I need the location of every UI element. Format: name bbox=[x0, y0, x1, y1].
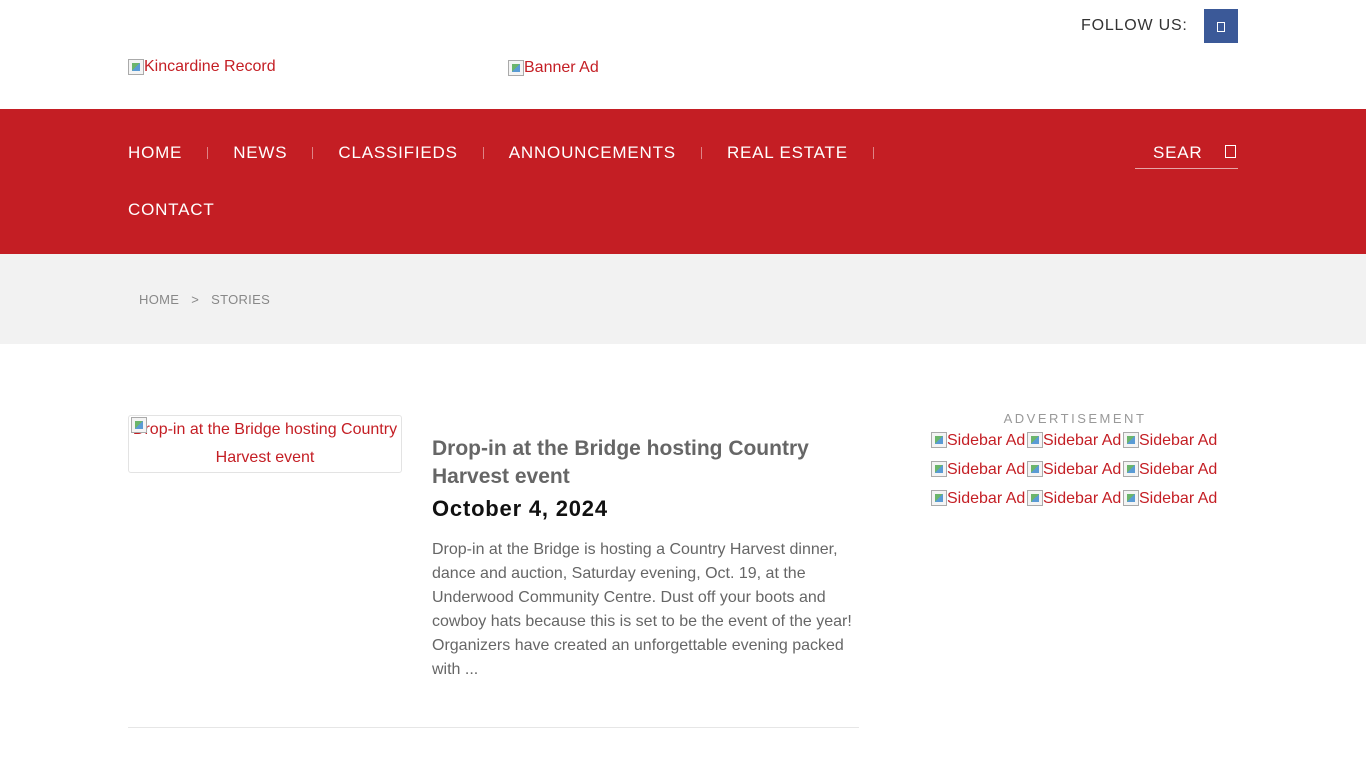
broken-image-icon bbox=[1123, 490, 1139, 506]
search-input[interactable]: SEAR bbox=[1135, 137, 1238, 169]
search-icon[interactable] bbox=[1225, 145, 1236, 158]
breadcrumb-separator: > bbox=[191, 292, 200, 307]
logo-alt-text: Kincardine Record bbox=[144, 58, 276, 75]
broken-image-icon bbox=[1027, 432, 1043, 448]
broken-image-icon bbox=[1027, 490, 1043, 506]
sidebar-ad[interactable]: Sidebar Ad bbox=[931, 461, 1027, 490]
broken-image-icon bbox=[128, 59, 144, 75]
nav-item-home[interactable]: HOME bbox=[128, 143, 182, 163]
sidebar-ad[interactable]: Sidebar Ad bbox=[1123, 490, 1219, 519]
sidebar-ad-alt: Sidebar Ad bbox=[947, 432, 1026, 449]
broken-image-icon bbox=[131, 417, 147, 433]
site-logo[interactable]: Kincardine Record bbox=[128, 58, 276, 76]
broken-image-icon bbox=[931, 461, 947, 477]
broken-image-icon bbox=[1027, 461, 1043, 477]
sidebar-ad-alt: Sidebar Ad bbox=[947, 490, 1026, 507]
sidebar-ad[interactable]: Sidebar Ad bbox=[1123, 432, 1219, 461]
sidebar-ad[interactable]: Sidebar Ad bbox=[931, 432, 1027, 461]
nav-item-real-estate[interactable]: REAL ESTATE bbox=[727, 143, 848, 163]
banner-alt-text: Banner Ad bbox=[524, 59, 599, 76]
sidebar-ad-alt: Sidebar Ad bbox=[1139, 432, 1218, 449]
search-placeholder: SEAR bbox=[1153, 143, 1203, 162]
breadcrumb-current: STORIES bbox=[211, 292, 271, 307]
story-date: October 4, 2024 bbox=[432, 496, 608, 521]
facebook-button[interactable] bbox=[1204, 9, 1238, 43]
ad-row: Sidebar Ad Sidebar Ad Sidebar Ad bbox=[931, 432, 1231, 461]
sidebar-ad[interactable]: Sidebar Ad bbox=[1027, 490, 1123, 519]
follow-us-label: FOLLOW US: bbox=[1081, 17, 1188, 34]
nav-item-contact[interactable]: CONTACT bbox=[128, 200, 215, 220]
broken-image-icon bbox=[931, 432, 947, 448]
broken-image-icon bbox=[1123, 461, 1139, 477]
nav-item-classifieds[interactable]: CLASSIFIEDS bbox=[338, 143, 457, 163]
thumbnail-alt-text: Drop-in at the Bridge hosting Country Ha… bbox=[132, 421, 398, 466]
sidebar-ad-alt: Sidebar Ad bbox=[1139, 461, 1218, 478]
nav-row-1: HOME NEWS CLASSIFIEDS ANNOUNCEMENTS REAL… bbox=[128, 143, 899, 163]
sidebar-ad[interactable]: Sidebar Ad bbox=[931, 490, 1027, 519]
story-excerpt: Drop-in at the Bridge is hosting a Count… bbox=[432, 541, 852, 678]
sidebar-ad[interactable]: Sidebar Ad bbox=[1123, 461, 1219, 490]
breadcrumb-home[interactable]: HOME bbox=[139, 292, 179, 307]
breadcrumb-bar: HOME > STORIES bbox=[0, 254, 1366, 344]
sidebar-ad-alt: Sidebar Ad bbox=[1043, 432, 1122, 449]
sidebar-ad[interactable]: Sidebar Ad bbox=[1027, 432, 1123, 461]
sidebar-ad-alt: Sidebar Ad bbox=[1043, 490, 1122, 507]
breadcrumb: HOME > STORIES bbox=[139, 292, 270, 307]
story-title[interactable]: Drop-in at the Bridge hosting Country Ha… bbox=[432, 435, 852, 491]
story-thumbnail[interactable]: Drop-in at the Bridge hosting Country Ha… bbox=[128, 415, 402, 473]
nav-separator bbox=[700, 147, 702, 159]
nav-row-2: CONTACT bbox=[128, 200, 215, 220]
sidebar-ad-alt: Sidebar Ad bbox=[1139, 490, 1218, 507]
broken-image-icon bbox=[1123, 432, 1139, 448]
nav-item-announcements[interactable]: ANNOUNCEMENTS bbox=[509, 143, 676, 163]
broken-image-icon bbox=[508, 60, 524, 76]
sidebar-ad-grid: Sidebar Ad Sidebar Ad Sidebar Ad Sidebar… bbox=[931, 432, 1231, 519]
sidebar-ad-alt: Sidebar Ad bbox=[947, 461, 1026, 478]
advertisement-label: ADVERTISEMENT bbox=[1003, 411, 1147, 426]
ad-row: Sidebar Ad Sidebar Ad Sidebar Ad bbox=[931, 461, 1231, 490]
main-nav: HOME NEWS CLASSIFIEDS ANNOUNCEMENTS REAL… bbox=[0, 109, 1366, 254]
facebook-icon bbox=[1217, 21, 1225, 32]
nav-separator bbox=[872, 147, 874, 159]
nav-separator bbox=[312, 147, 314, 159]
sidebar-ad-alt: Sidebar Ad bbox=[1043, 461, 1122, 478]
ad-row: Sidebar Ad Sidebar Ad Sidebar Ad bbox=[931, 490, 1231, 519]
nav-item-news[interactable]: NEWS bbox=[233, 143, 287, 163]
divider bbox=[128, 727, 859, 728]
broken-image-icon bbox=[931, 490, 947, 506]
sidebar-ad[interactable]: Sidebar Ad bbox=[1027, 461, 1123, 490]
nav-separator bbox=[207, 147, 209, 159]
banner-ad[interactable]: Banner Ad bbox=[508, 59, 599, 77]
nav-separator bbox=[482, 147, 484, 159]
